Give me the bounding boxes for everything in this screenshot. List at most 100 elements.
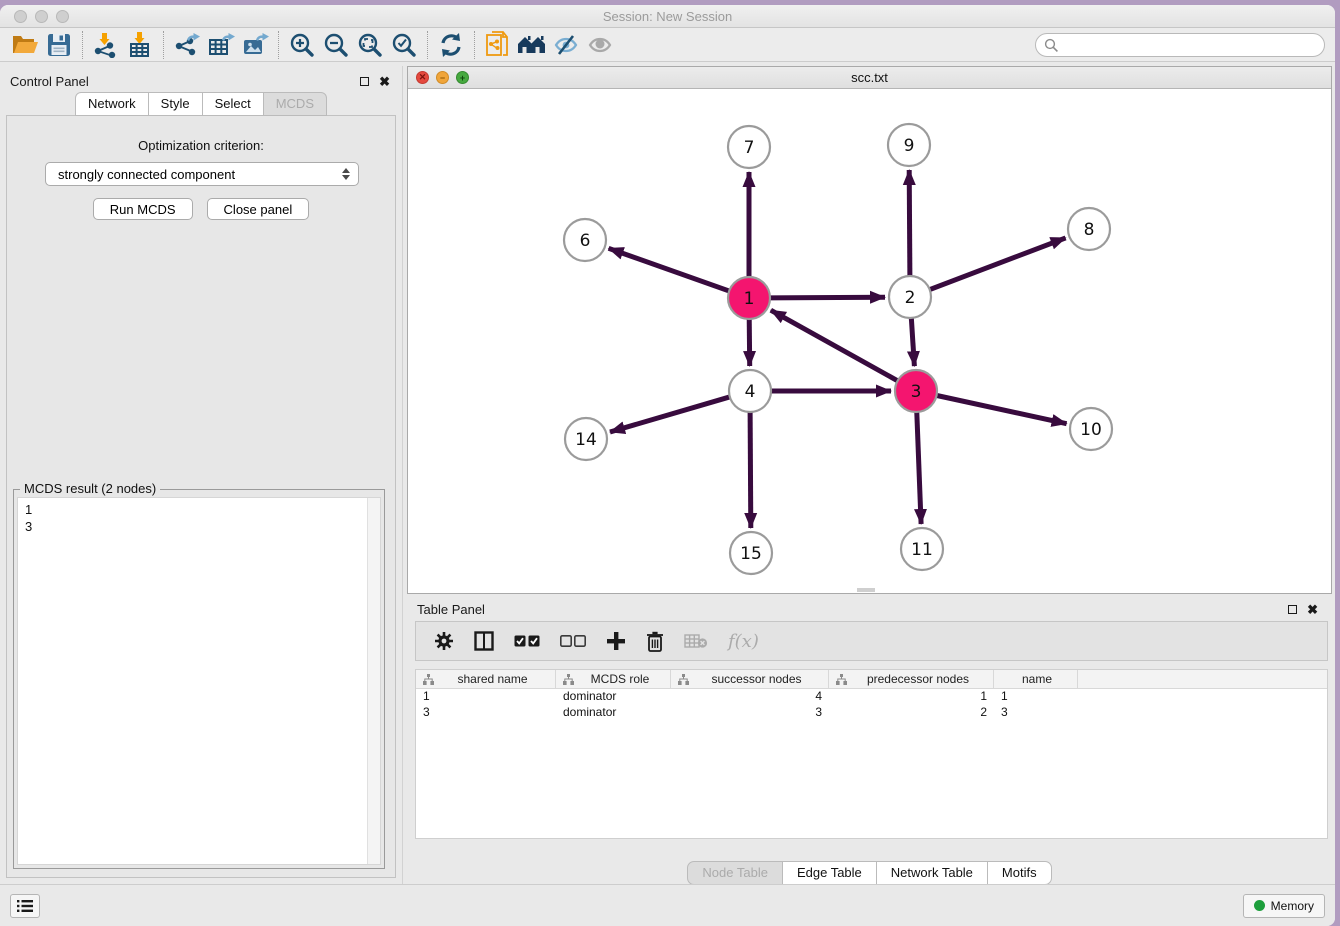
column-header-successor-nodes[interactable]: successor nodes [671, 670, 829, 688]
graph-edge-1-6[interactable] [609, 248, 732, 291]
table-tab-edge-table[interactable]: Edge Table [782, 861, 877, 885]
run-mcds-button[interactable]: Run MCDS [93, 198, 193, 220]
table-settings-button[interactable] [434, 631, 454, 651]
export-image-icon [241, 32, 269, 58]
open-folder-icon [12, 33, 39, 57]
criterion-select[interactable]: strongly connected component [45, 162, 359, 186]
graph-edge-2-8[interactable] [928, 238, 1066, 290]
graph-edge-3-11[interactable] [917, 410, 921, 524]
table-cell[interactable]: 1 [416, 689, 556, 705]
tab-network[interactable]: Network [75, 92, 149, 116]
export-image-button[interactable] [238, 30, 272, 60]
table-cell[interactable]: 4 [671, 689, 829, 705]
float-panel-icon[interactable] [360, 77, 369, 86]
graph-node-7[interactable]: 7 [728, 126, 770, 168]
graph-edge-1-2[interactable] [768, 297, 885, 298]
zoom-selected-button[interactable] [387, 30, 421, 60]
graph-edge-2-3[interactable] [911, 316, 914, 366]
table-tab-motifs[interactable]: Motifs [987, 861, 1052, 885]
graph-node-3[interactable]: 3 [895, 370, 937, 412]
close-panel-button[interactable]: Close panel [207, 198, 310, 220]
table-cell[interactable]: 3 [416, 705, 556, 721]
zoom-fit-button[interactable] [353, 30, 387, 60]
mcds-panel: Optimization criterion: strongly connect… [6, 115, 396, 878]
close-panel-icon[interactable]: ✖ [379, 77, 390, 86]
toolbar-separator [427, 31, 428, 59]
graph-node-8[interactable]: 8 [1068, 208, 1110, 250]
table-cell[interactable]: 3 [994, 705, 1078, 721]
export-network-button[interactable] [170, 30, 204, 60]
table-tab-network-table[interactable]: Network Table [876, 861, 988, 885]
toolbar-separator [474, 31, 475, 59]
graph-edge-3-10[interactable] [935, 395, 1067, 424]
zoom-out-button[interactable] [319, 30, 353, 60]
column-header-name[interactable]: name [994, 670, 1078, 688]
table-cell[interactable]: dominator [556, 705, 671, 721]
graph-edge-3-1[interactable] [771, 310, 900, 382]
select-all-columns-button[interactable] [514, 635, 540, 647]
save-session-button[interactable] [42, 30, 76, 60]
memory-button[interactable]: Memory [1243, 894, 1325, 918]
node-label: 1 [744, 289, 755, 309]
hide-selected-button[interactable] [549, 30, 583, 60]
function-builder-button[interactable]: f(x) [728, 631, 759, 652]
search-input[interactable] [1035, 33, 1325, 57]
graph-edge-1-4[interactable] [749, 317, 750, 366]
deselect-all-columns-button[interactable] [560, 635, 586, 647]
import-table-button[interactable] [123, 30, 157, 60]
graph-node-14[interactable]: 14 [565, 418, 607, 460]
mcds-result-text[interactable]: 13 [17, 497, 381, 865]
graph-node-11[interactable]: 11 [901, 528, 943, 570]
delete-table-icon [684, 633, 708, 649]
node-label: 2 [905, 288, 916, 308]
new-network-from-selection-button[interactable] [481, 30, 515, 60]
close-table-panel-icon[interactable]: ✖ [1307, 605, 1318, 614]
column-header-predecessor-nodes[interactable]: predecessor nodes [829, 670, 994, 688]
table-panel-title: Table Panel [417, 602, 485, 617]
table-split-view-button[interactable] [474, 631, 494, 651]
table-cell[interactable]: 2 [829, 705, 994, 721]
eye-slash-icon [553, 33, 579, 57]
graph-edge-4-14[interactable] [610, 396, 732, 432]
graph-node-1[interactable]: 1 [728, 277, 770, 319]
node-label: 7 [744, 138, 755, 158]
table-tab-node-table[interactable]: Node Table [687, 861, 783, 885]
show-all-button[interactable] [583, 30, 617, 60]
table-cell[interactable]: 1 [829, 689, 994, 705]
graph-node-2[interactable]: 2 [889, 276, 931, 318]
graph-node-10[interactable]: 10 [1070, 408, 1112, 450]
column-header-mcds-role[interactable]: MCDS role [556, 670, 671, 688]
graph-node-6[interactable]: 6 [564, 219, 606, 261]
table-body: 1dominator4113dominator323 [416, 689, 1327, 721]
table-cell[interactable]: 1 [994, 689, 1078, 705]
table-cell[interactable]: dominator [556, 689, 671, 705]
import-network-button[interactable] [89, 30, 123, 60]
tab-style[interactable]: Style [148, 92, 203, 116]
canvas-grip[interactable] [857, 588, 875, 592]
open-file-button[interactable] [8, 30, 42, 60]
export-table-button[interactable] [204, 30, 238, 60]
graph-node-9[interactable]: 9 [888, 124, 930, 166]
first-neighbors-button[interactable] [515, 30, 549, 60]
refresh-view-button[interactable] [434, 30, 468, 60]
graph-edge-2-9[interactable] [909, 170, 910, 278]
tab-select[interactable]: Select [202, 92, 264, 116]
node-label: 10 [1080, 420, 1102, 440]
delete-column-button[interactable] [646, 631, 664, 652]
add-column-button[interactable] [606, 631, 626, 651]
result-scrollbar[interactable] [367, 498, 380, 864]
zoom-in-button[interactable] [285, 30, 319, 60]
task-history-button[interactable] [10, 894, 40, 918]
float-table-panel-icon[interactable] [1288, 605, 1297, 614]
list-icon [17, 899, 33, 913]
graph-node-4[interactable]: 4 [729, 370, 771, 412]
column-header-shared-name[interactable]: shared name [416, 670, 556, 688]
graph-node-15[interactable]: 15 [730, 532, 772, 574]
network-canvas[interactable]: 1 2 3 4 6 7 8 9 10 11 14 15 [408, 89, 1331, 593]
split-columns-icon [474, 631, 494, 651]
delete-table-button[interactable] [684, 633, 708, 649]
result-line: 1 [25, 501, 380, 518]
table-cell[interactable]: 3 [671, 705, 829, 721]
graph-edge-4-15[interactable] [750, 410, 751, 528]
tab-mcds[interactable]: MCDS [263, 92, 327, 116]
